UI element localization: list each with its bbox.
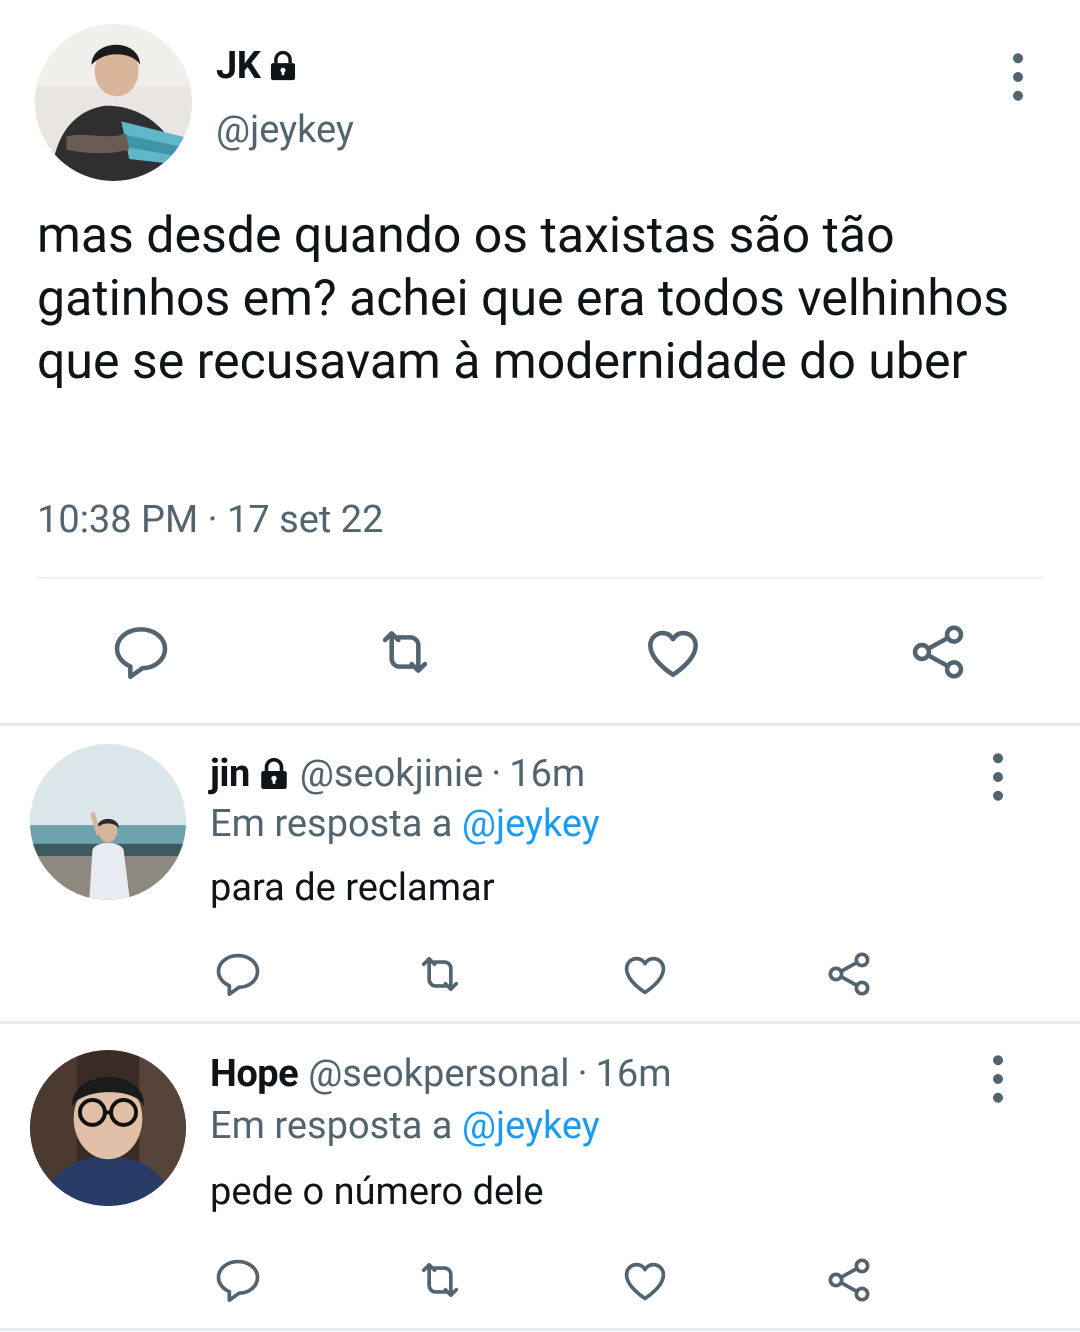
display-name[interactable]: jin: [210, 752, 250, 796]
mention-link[interactable]: @jeykey: [462, 802, 600, 846]
like-icon[interactable]: [619, 948, 671, 1000]
reply-icon[interactable]: [212, 948, 264, 1000]
share-icon[interactable]: [823, 948, 875, 1000]
divider: [36, 577, 1044, 579]
user-handle[interactable]: @seokjinie: [300, 752, 484, 796]
display-name-text[interactable]: JK: [216, 44, 261, 88]
retweet-icon[interactable]: [414, 1254, 466, 1306]
reply-icon[interactable]: [212, 1254, 264, 1306]
reply-prefix: Em resposta a: [210, 1104, 453, 1148]
share-icon[interactable]: [823, 1254, 875, 1306]
reply-time[interactable]: 16m: [509, 752, 585, 796]
lock-icon: [266, 49, 300, 83]
display-name[interactable]: Hope: [210, 1052, 299, 1096]
display-name[interactable]: JK: [216, 44, 300, 88]
main-tweet: JK @jeykey mas desde quando os taxistas …: [0, 0, 1080, 724]
reply-header: Hope @seokpersonal · 16m: [210, 1052, 672, 1096]
divider: [0, 1328, 1080, 1331]
reply-tweet[interactable]: Hope @seokpersonal · 16m Em resposta a @…: [0, 1024, 1080, 1324]
tweet-timestamp[interactable]: 10:38 PM · 17 set 22: [37, 498, 383, 542]
user-handle[interactable]: @seokpersonal: [308, 1052, 569, 1096]
avatar[interactable]: [30, 744, 186, 900]
reply-context: Em resposta a @jeykey: [210, 1104, 600, 1148]
separator: ·: [491, 752, 502, 796]
avatar[interactable]: [35, 24, 192, 181]
more-vertical-icon[interactable]: [988, 1054, 1008, 1104]
like-icon[interactable]: [641, 620, 705, 684]
reply-tweet[interactable]: jin @seokjinie · 16m Em resposta a @jeyk…: [0, 726, 1080, 1022]
more-vertical-icon[interactable]: [1008, 52, 1028, 102]
reply-icon[interactable]: [109, 620, 173, 684]
more-vertical-icon[interactable]: [988, 752, 1008, 802]
reply-text: para de reclamar: [210, 866, 495, 910]
user-handle[interactable]: @jeykey: [216, 108, 354, 152]
retweet-icon[interactable]: [373, 620, 437, 684]
reply-header: jin @seokjinie · 16m: [210, 752, 585, 796]
reply-context: Em resposta a @jeykey: [210, 802, 600, 846]
separator: ·: [577, 1052, 588, 1096]
mention-link[interactable]: @jeykey: [462, 1104, 600, 1148]
retweet-icon[interactable]: [414, 948, 466, 1000]
avatar[interactable]: [30, 1050, 186, 1206]
share-icon[interactable]: [906, 620, 970, 684]
reply-time[interactable]: 16m: [596, 1052, 672, 1096]
lock-icon: [256, 756, 292, 792]
reply-text: pede o número dele: [210, 1170, 544, 1214]
reply-prefix: Em resposta a: [210, 802, 453, 846]
tweet-text: mas desde quando os taxistas são tão gat…: [37, 207, 1010, 391]
like-icon[interactable]: [619, 1254, 671, 1306]
